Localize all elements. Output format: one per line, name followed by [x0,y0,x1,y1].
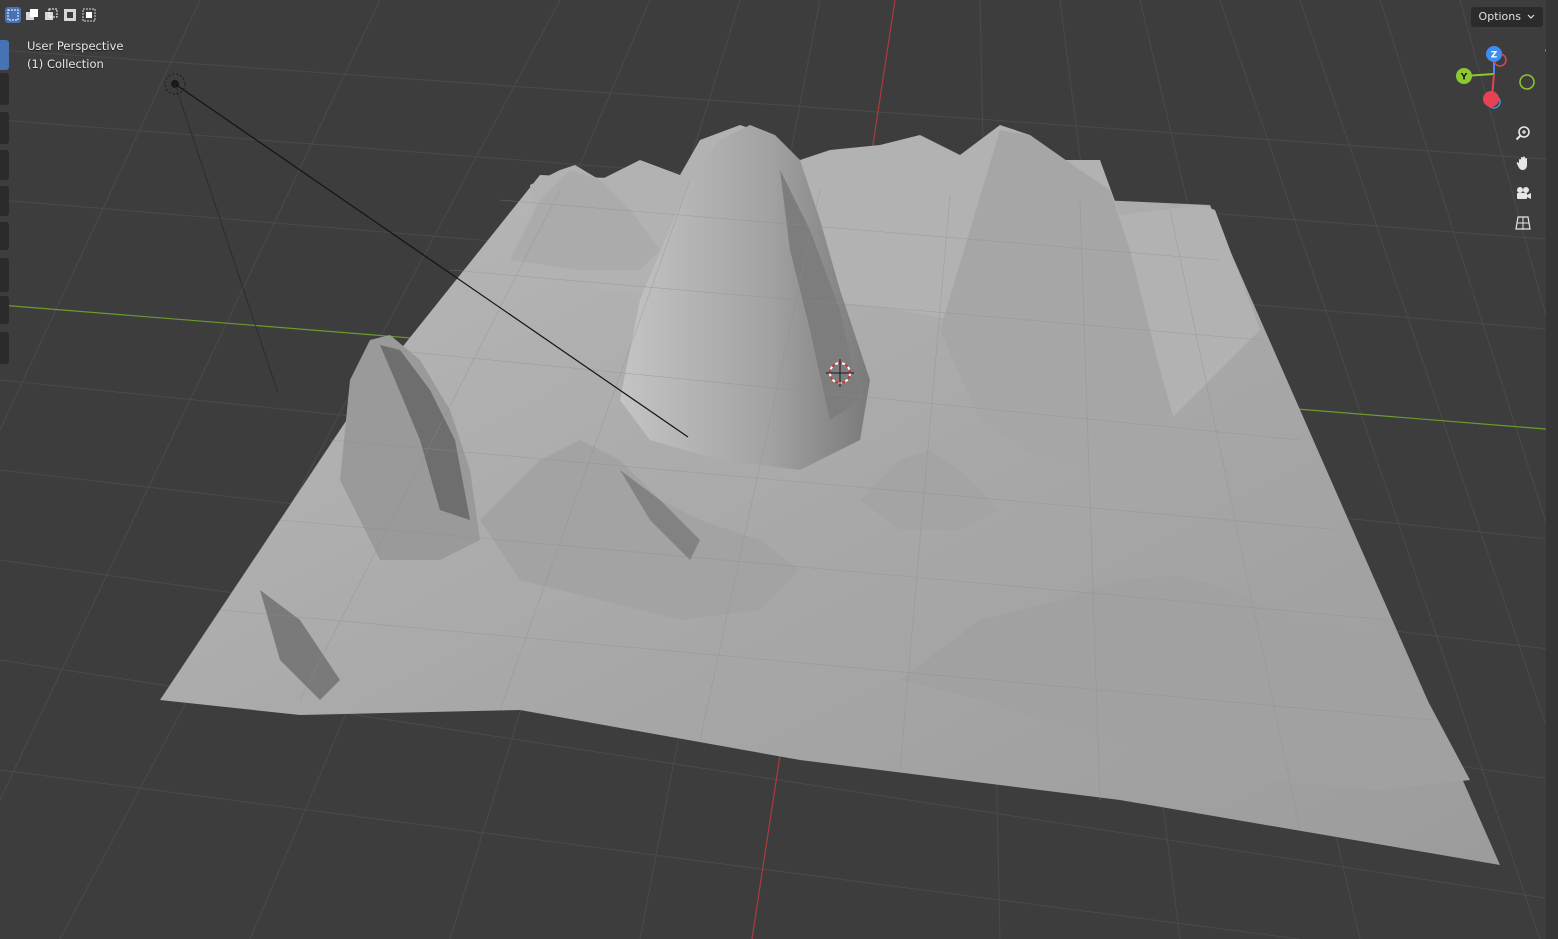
view-name-label: User Perspective [27,39,124,53]
pan-hand-icon [1516,156,1527,170]
camera-icon [1517,187,1531,199]
select-intersect-button[interactable] [81,7,97,23]
options-dropdown[interactable]: Options [1470,7,1543,27]
select-invert-button[interactable] [62,7,78,23]
3d-viewport[interactable] [0,0,1558,939]
gizmo-z-label: Z [1491,51,1498,61]
select-box-icon [7,9,19,21]
select-subtract-button[interactable] [43,7,59,23]
select-extend-icon [26,9,38,20]
left-tab-7[interactable] [0,258,9,292]
zoom-button[interactable] [1510,121,1536,145]
select-invert-icon [64,9,76,21]
gizmo-y-label: Y [1460,73,1468,83]
viewport-info: User Perspective (1) Collection [27,37,123,73]
left-tab-6[interactable] [0,222,9,250]
projection-toggle-button[interactable] [1510,211,1536,235]
select-intersect-icon [82,8,96,22]
left-tab-8[interactable] [0,296,9,324]
camera-view-button[interactable] [1510,181,1536,205]
left-tab-5[interactable] [0,186,9,216]
terrain-mesh[interactable] [160,125,1500,865]
navigation-tools [1510,121,1536,235]
sidebar-tabs-strip[interactable] [1546,0,1558,939]
collection-label: (1) Collection [27,57,104,71]
left-tab-3[interactable] [0,112,9,144]
grid-view-icon [1515,216,1531,230]
select-subtract-icon [45,8,58,20]
left-tab-9[interactable] [0,332,9,364]
navigation-gizmo[interactable]: Y Z [1450,42,1540,122]
zoom-icon [1515,126,1530,141]
select-set-button[interactable] [5,7,21,23]
options-label: Options [1478,10,1521,23]
viewport-canvas [0,0,1558,939]
left-tab-4[interactable] [0,150,9,180]
chevron-down-icon [1527,7,1535,27]
select-extend-button[interactable] [24,7,40,23]
x-axis-handle[interactable] [1483,91,1499,107]
y-neg-handle[interactable] [1519,74,1535,90]
pan-button[interactable] [1510,151,1536,175]
left-tab-active[interactable] [0,40,9,70]
left-tab-2[interactable] [0,73,9,105]
selection-mode-group [5,7,97,23]
